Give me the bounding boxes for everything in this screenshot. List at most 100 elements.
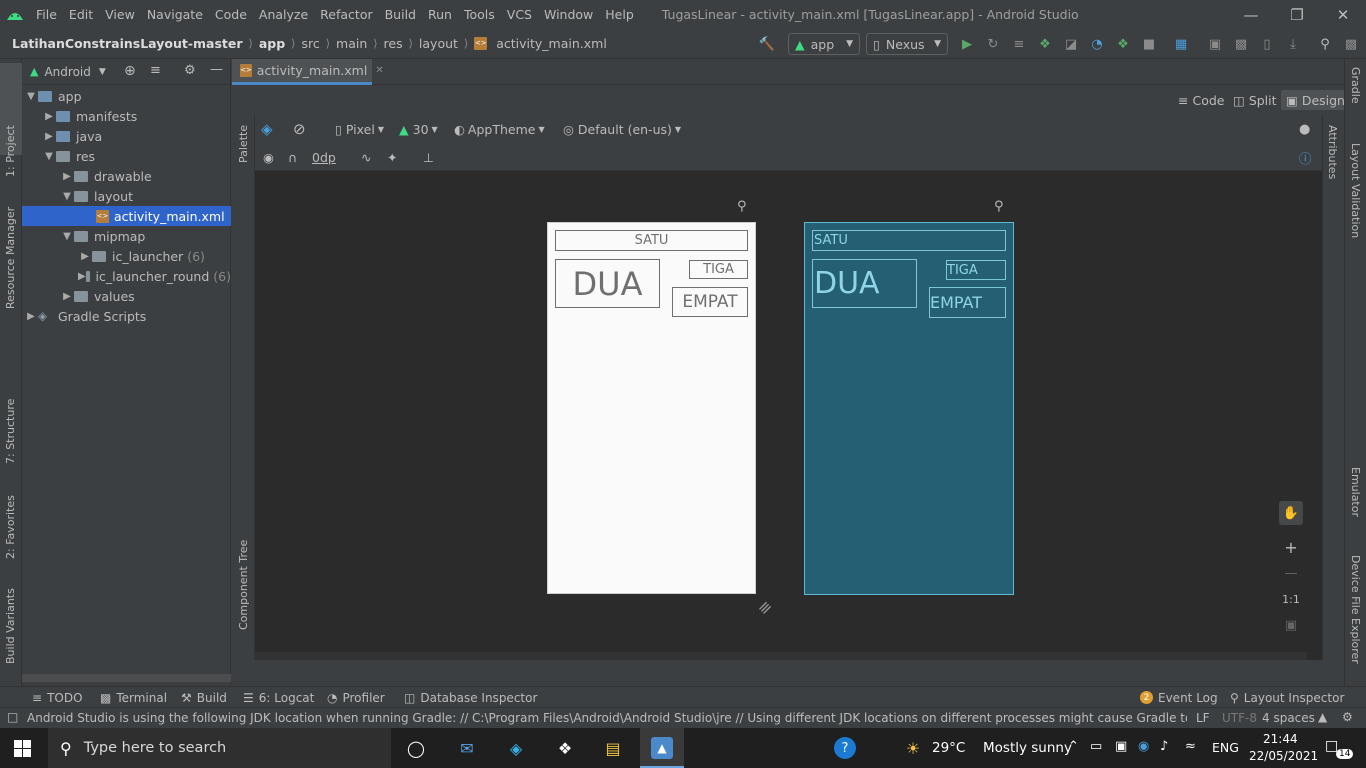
file-encoding[interactable]: UTF-8 <box>1222 711 1257 725</box>
task-view-icon[interactable]: ◯ <box>403 736 429 760</box>
volume-icon[interactable]: ♪ <box>1160 739 1168 754</box>
tool-todo[interactable]: ≡ TODO <box>32 689 83 706</box>
breadcrumb-project[interactable]: LatihanConstrainsLayout-master <box>8 36 247 51</box>
help-icon[interactable]: ⓘ <box>1299 146 1312 168</box>
run-icon[interactable]: ▶ <box>954 31 980 57</box>
lock-icon[interactable]: ▲ <box>1318 710 1327 724</box>
infer-constraints-wand-icon[interactable]: ✦ <box>387 146 397 168</box>
tab-activity-main[interactable]: <> activity_main.xml ✕ <box>232 59 384 85</box>
expand-arrow-icon[interactable]: ▶ <box>78 271 86 282</box>
blueprint-dua[interactable]: DUA <box>812 259 917 308</box>
tree-item-layout[interactable]: ▼ layout <box>22 186 231 206</box>
api-level-menu[interactable]: ▲ 30 ▼ <box>399 118 438 140</box>
tool-emulator[interactable]: Emulator <box>1349 467 1362 517</box>
help-tips-icon[interactable]: ? <box>834 737 856 759</box>
project-structure-icon[interactable]: ▦ <box>1168 31 1194 57</box>
zoom-in-icon[interactable]: + <box>1279 535 1303 559</box>
tree-item-res[interactable]: ▼ res <box>22 146 231 166</box>
tool-structure[interactable]: 7: Structure <box>4 399 17 464</box>
tree-item-values[interactable]: ▶ values <box>22 286 231 306</box>
close-tab-icon[interactable]: ✕ <box>375 65 383 76</box>
breadcrumb-app[interactable]: app <box>255 36 289 51</box>
tool-build[interactable]: ⚒ Build <box>181 689 227 706</box>
hide-panel-icon[interactable]: — <box>210 62 223 77</box>
tool-layout-inspector[interactable]: ⚲ Layout Inspector <box>1230 689 1344 706</box>
tool-event-log[interactable]: 2 Event Log <box>1140 689 1218 706</box>
avd-manager-icon[interactable]: ▩ <box>1228 31 1254 57</box>
apply-changes-icon[interactable]: ↻ <box>980 31 1006 57</box>
language-indicator[interactable]: ENG <box>1212 740 1239 755</box>
guidelines-icon[interactable]: ⊥ <box>423 146 434 168</box>
sdk-download-icon[interactable]: ⤓ <box>1280 31 1306 57</box>
view-options-eye-icon[interactable]: ◉ <box>263 146 274 168</box>
battery-icon[interactable]: ▭ <box>1090 739 1102 754</box>
status-toggle-icon[interactable]: □ <box>7 710 18 724</box>
tree-item-mipmap[interactable]: ▼ mipmap <box>22 226 231 246</box>
menu-file[interactable]: File <box>30 7 63 22</box>
hammer-build-icon[interactable]: 🔨 <box>754 31 780 57</box>
tool-logcat[interactable]: ☰ 6: Logcat <box>243 689 314 706</box>
expand-arrow-icon[interactable]: ▶ <box>78 251 92 262</box>
expand-arrow-icon[interactable]: ▶ <box>60 171 74 182</box>
tree-item-activity-main[interactable]: <> activity_main.xml <box>22 206 231 226</box>
attach-process-icon[interactable]: ❖ <box>1110 31 1136 57</box>
clock-time[interactable]: 21:44 <box>1263 732 1298 746</box>
breadcrumb-layout[interactable]: layout <box>415 36 462 51</box>
locale-menu[interactable]: ◎ Default (en-us) ▼ <box>563 118 681 140</box>
tree-item-java[interactable]: ▶ java <box>22 126 231 146</box>
indent-setting[interactable]: 4 spaces <box>1262 711 1315 725</box>
clear-constraints-icon[interactable]: ∿ <box>361 146 371 168</box>
expand-arrow-icon[interactable]: ▶ <box>42 131 56 142</box>
expand-arrow-icon[interactable]: ▼ <box>42 151 56 162</box>
menu-tools[interactable]: Tools <box>458 7 501 22</box>
settings-icon[interactable]: ▩ <box>1338 31 1364 57</box>
tree-item-gradle-scripts[interactable]: ▶ ◈ Gradle Scripts <box>22 306 231 326</box>
textview-tiga[interactable]: TIGA <box>689 260 748 279</box>
dropbox-icon[interactable]: ❖ <box>552 736 578 760</box>
show-hidden-icons-icon[interactable]: ⌃ <box>1068 739 1079 754</box>
zoom-out-icon[interactable]: — <box>1279 561 1303 585</box>
tree-item-app[interactable]: ▼ app <box>22 86 231 106</box>
pin-icon[interactable]: ⚲ <box>994 199 1004 214</box>
tool-favorites[interactable]: 2: Favorites <box>4 495 17 559</box>
menu-refactor[interactable]: Refactor <box>314 7 378 22</box>
breadcrumb-src[interactable]: src <box>297 36 323 51</box>
status-message[interactable]: Android Studio is using the following JD… <box>27 711 1187 725</box>
line-separator[interactable]: LF <box>1196 711 1210 725</box>
zoom-actual-size-button[interactable]: 1:1 <box>1279 587 1303 611</box>
menu-vcs[interactable]: VCS <box>501 7 538 22</box>
tree-item-ic-launcher-round[interactable]: ▶ ic_launcher_round (6) <box>22 266 231 286</box>
run-config-select[interactable]: ▲ app ▼ <box>788 33 860 55</box>
debug-icon[interactable]: ❖ <box>1032 31 1058 57</box>
tree-item-manifests[interactable]: ▶ manifests <box>22 106 231 126</box>
app-tray-icon[interactable]: ◉ <box>1138 739 1149 754</box>
default-margin-button[interactable]: 0dp <box>312 146 336 168</box>
sync-gradle-icon[interactable]: ▣ <box>1202 31 1228 57</box>
wifi-icon[interactable]: ≈ <box>1185 739 1196 754</box>
tool-project[interactable]: 1: Project <box>4 125 17 177</box>
menu-help[interactable]: Help <box>599 7 640 22</box>
tool-gradle[interactable]: Gradle <box>1349 67 1362 104</box>
locate-icon[interactable]: ⊕ <box>124 63 136 79</box>
gear-icon[interactable]: ⚙ <box>184 63 196 78</box>
autoconnect-magnet-icon[interactable]: ∩ <box>288 146 297 168</box>
close-window-icon[interactable]: ✕ <box>1320 0 1366 29</box>
tool-profiler[interactable]: ◔ Profiler <box>327 689 385 706</box>
windows-start-icon[interactable] <box>14 740 31 760</box>
expand-arrow-icon[interactable]: ▼ <box>60 191 74 202</box>
pan-hand-icon[interactable]: ✋ <box>1279 501 1303 525</box>
expand-arrow-icon[interactable]: ▼ <box>24 91 38 102</box>
tool-resource-manager[interactable]: Resource Manager <box>4 207 17 309</box>
blueprint-empat[interactable]: EMPAT <box>929 287 1006 318</box>
design-surface-icon[interactable]: ◈ <box>261 118 273 140</box>
dropdown-arrow-icon[interactable]: ▼ <box>99 67 106 77</box>
tool-terminal[interactable]: ▩ Terminal <box>100 689 167 706</box>
menu-window[interactable]: Window <box>538 7 599 22</box>
menu-edit[interactable]: Edit <box>63 7 99 22</box>
weather-description[interactable]: Mostly sunny <box>983 740 1072 756</box>
attach-debugger-icon[interactable]: ◪ <box>1058 31 1084 57</box>
file-explorer-icon[interactable]: ▤ <box>600 736 626 760</box>
breadcrumb-file[interactable]: activity_main.xml <box>492 36 611 51</box>
pin-icon[interactable]: ⚲ <box>737 199 747 214</box>
breadcrumb-main[interactable]: main <box>332 36 371 51</box>
